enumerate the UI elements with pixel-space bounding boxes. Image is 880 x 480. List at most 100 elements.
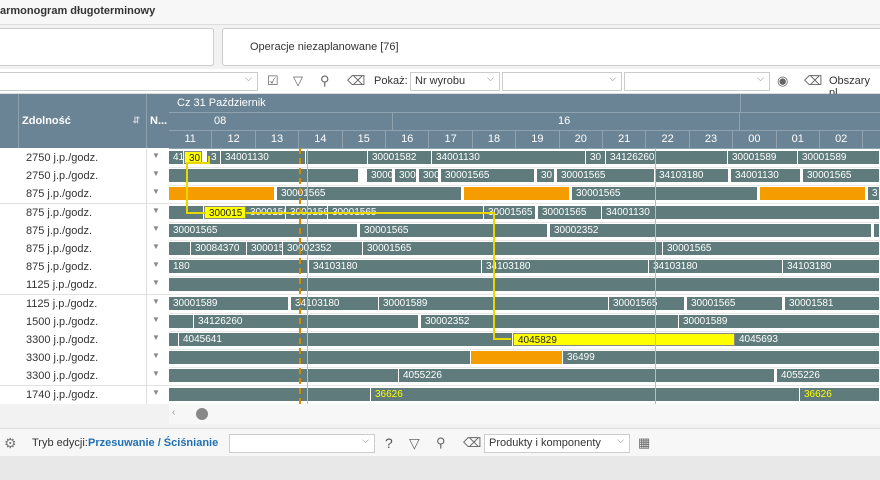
products-select[interactable]: Produkty i komponenty ⌵ <box>484 434 630 453</box>
n-column-header[interactable]: N... <box>146 94 169 148</box>
resource-row[interactable]: 875 j.p./godz. ▼ <box>0 258 169 278</box>
resource-row[interactable]: 3300 j.p./godz. ▼ <box>0 349 169 369</box>
operation-bar[interactable]: 36626 <box>371 387 800 401</box>
operation-bar[interactable]: 3000 <box>395 169 417 183</box>
row-dropdown-icon[interactable]: ▼ <box>152 369 160 378</box>
operation-bar[interactable]: 300015 <box>204 205 246 219</box>
search-icon[interactable]: ⚲ <box>436 435 446 451</box>
resource-row[interactable]: 1125 j.p./godz. ▼ <box>0 276 169 296</box>
operation-bar[interactable]: 30001565 <box>247 242 283 255</box>
operation-bar[interactable]: 34103180 <box>649 260 783 274</box>
operation-bar[interactable]: 30001565 <box>557 169 655 183</box>
scroll-left-icon[interactable]: ‹ <box>172 407 175 418</box>
operation-bar[interactable]: 30001565 <box>572 187 758 201</box>
operation-bar[interactable]: 30084370 <box>191 242 247 255</box>
operation-bar[interactable]: 30001565 <box>367 169 393 183</box>
scroll-thumb[interactable] <box>196 408 208 420</box>
row-dropdown-icon[interactable]: ▼ <box>152 278 160 287</box>
row-dropdown-icon[interactable]: ▼ <box>152 260 160 269</box>
operation-bar[interactable]: 30001565 <box>360 223 548 237</box>
operation-bar[interactable]: 34103180 <box>783 260 880 274</box>
operation-bar[interactable] <box>874 223 880 237</box>
operation-bar[interactable]: 180 <box>169 260 309 274</box>
capacity-column-header[interactable]: Zdolność ⇵ <box>18 94 147 148</box>
row-dropdown-icon[interactable]: ▼ <box>152 169 160 178</box>
operation-bar[interactable]: 30 <box>586 151 606 164</box>
operation-bar[interactable]: 30002352 <box>550 223 872 237</box>
filter-icon[interactable]: ▽ <box>293 73 303 89</box>
operation-bar[interactable]: 30001565 <box>663 242 880 255</box>
operation-bar[interactable]: 30001565 <box>277 187 462 201</box>
row-dropdown-icon[interactable]: ▼ <box>152 333 160 342</box>
operation-bar[interactable]: 4045829 <box>513 333 735 346</box>
edit-mode-value[interactable]: Przesuwanie / Ściśnianie <box>88 437 218 449</box>
row-dropdown-icon[interactable]: ▼ <box>152 151 160 160</box>
row-dropdown-icon[interactable]: ▼ <box>152 351 160 360</box>
operation-bar[interactable]: 36499 <box>563 351 880 365</box>
operation-bar[interactable]: 30002352 <box>421 314 679 328</box>
operation-bar[interactable]: 30001565 <box>441 169 535 183</box>
row-dropdown-icon[interactable]: ▼ <box>152 187 160 196</box>
operation-bar[interactable]: 34001130 <box>221 151 306 164</box>
resource-row[interactable]: 2750 j.p./godz. ▼ <box>0 149 169 168</box>
sort-icon[interactable]: ⇵ <box>132 115 140 126</box>
operation-bar[interactable]: 34103180 <box>482 260 649 274</box>
operation-bar[interactable]: 34001130 <box>602 205 880 219</box>
operation-bar[interactable]: 30002352 <box>283 242 363 255</box>
operation-bar[interactable]: 30001589 <box>798 151 880 164</box>
unplanned-operations-panel[interactable]: Operacje niezaplanowane [76] <box>222 28 880 66</box>
operation-bar[interactable]: 4045693 <box>735 333 880 346</box>
resource-row[interactable]: 875 j.p./godz. ▼ <box>0 185 169 205</box>
operation-bar[interactable]: 34103180 <box>309 260 482 274</box>
filter-select-1[interactable]: ⌵ <box>0 72 258 91</box>
eye-icon[interactable]: ◉ <box>777 73 788 89</box>
gear-icon[interactable]: ⚙ <box>4 435 17 452</box>
operation-bar[interactable]: 3 <box>868 187 880 201</box>
edit-mode-select[interactable]: ⌵ <box>229 434 375 453</box>
operation-bar[interactable]: 30001565 <box>169 223 358 237</box>
resource-row[interactable]: 1500 j.p./godz. ▼ <box>0 312 169 332</box>
resource-row[interactable]: 875 j.p./godz. ▼ <box>0 221 169 241</box>
row-dropdown-icon[interactable]: ▼ <box>152 242 160 251</box>
operation-bar[interactable]: 30001565 <box>687 296 783 310</box>
calendar-icon[interactable]: ▦ <box>638 435 650 451</box>
operation-bar[interactable]: 30001565 <box>363 242 663 255</box>
operation-bar[interactable]: 41 <box>169 151 184 164</box>
operation-bar[interactable]: 34103180 <box>291 296 379 310</box>
eraser-icon[interactable]: ⌫ <box>463 435 481 451</box>
resource-row[interactable]: 1125 j.p./godz. ▼ <box>0 294 169 314</box>
operation-bar[interactable] <box>169 333 179 346</box>
resource-row[interactable]: 875 j.p./godz. ▼ <box>0 203 169 223</box>
resource-row[interactable]: 3300 j.p./godz. ▼ <box>0 331 169 350</box>
operation-bar[interactable] <box>169 314 194 328</box>
operation-bar[interactable] <box>169 351 471 365</box>
checkbox-list-icon[interactable]: ☑ <box>267 73 279 89</box>
operation-bar[interactable]: 34001130 <box>432 151 586 164</box>
operation-bar[interactable] <box>464 187 570 201</box>
operation-bar[interactable] <box>169 187 275 201</box>
operation-bar[interactable]: 4045641 <box>179 333 513 346</box>
operation-bar[interactable] <box>169 369 399 383</box>
resource-row[interactable]: 2750 j.p./godz. ▼ <box>0 167 169 187</box>
operation-bar[interactable]: 34126260 <box>606 151 728 164</box>
operation-bar[interactable]: 30001565 <box>609 296 685 310</box>
filter-select-3[interactable]: ⌵ <box>624 72 770 91</box>
operation-bar[interactable]: 30001582 <box>368 151 432 164</box>
operation-bar[interactable] <box>471 351 563 365</box>
row-dropdown-icon[interactable]: ▼ <box>152 388 160 397</box>
help-icon[interactable]: ? <box>385 435 393 451</box>
operation-bar[interactable]: 34001130 <box>731 169 801 183</box>
operation-bar[interactable] <box>169 242 191 255</box>
operation-bar[interactable] <box>760 187 866 201</box>
operation-bar[interactable]: 30001565 <box>538 205 602 219</box>
horizontal-scrollbar[interactable]: ‹ <box>169 404 880 424</box>
filter-select-2[interactable]: ⌵ <box>502 72 622 91</box>
left-panel[interactable] <box>0 28 214 66</box>
operation-bar[interactable]: 36626 <box>800 387 880 401</box>
operation-bar[interactable]: 300 <box>419 169 439 183</box>
operation-bar[interactable] <box>306 151 368 164</box>
operation-bar[interactable]: 30001589 <box>169 296 289 310</box>
operation-bar[interactable]: 4055226 <box>777 369 880 383</box>
resource-row[interactable]: 875 j.p./godz. ▼ <box>0 240 169 259</box>
operation-bar[interactable]: 4055226 <box>399 369 775 383</box>
